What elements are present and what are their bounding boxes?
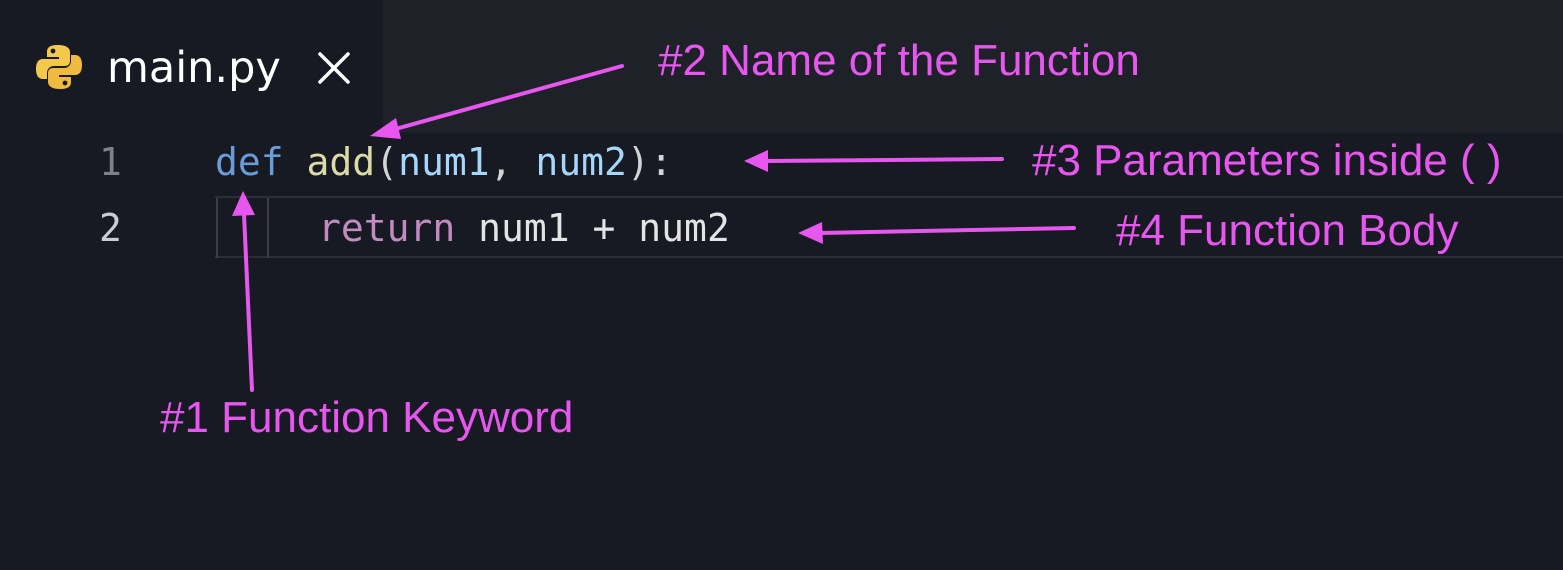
parameter: num2 xyxy=(535,140,627,184)
tab-main-py[interactable]: main.py xyxy=(0,0,383,133)
keyword-return: return xyxy=(318,206,456,250)
return-expression: num1 + num2 xyxy=(455,206,730,250)
python-icon xyxy=(36,45,82,89)
code-line[interactable]: return num1 + num2 xyxy=(318,198,730,258)
line-number: 2 xyxy=(99,206,122,250)
indent-guide xyxy=(216,198,218,258)
annotation-function-body: #4 Function Body xyxy=(1116,206,1459,255)
code-line[interactable]: def add(num1, num2): xyxy=(215,132,673,192)
annotation-function-name: #2 Name of the Function xyxy=(658,36,1140,85)
parameter: num1 xyxy=(398,140,490,184)
open-paren: ( xyxy=(375,140,399,184)
tab-title: main.py xyxy=(107,43,281,93)
keyword-def: def xyxy=(215,140,284,184)
annotation-parameters: #3 Parameters inside ( ) xyxy=(1032,136,1502,185)
indent-guide xyxy=(267,198,269,258)
line-number: 1 xyxy=(99,140,122,184)
close-icon[interactable] xyxy=(312,46,356,90)
close-paren-colon: ): xyxy=(626,140,673,184)
annotation-function-keyword: #1 Function Keyword xyxy=(160,393,574,442)
comma: , xyxy=(489,140,536,184)
function-name: add xyxy=(306,140,376,184)
